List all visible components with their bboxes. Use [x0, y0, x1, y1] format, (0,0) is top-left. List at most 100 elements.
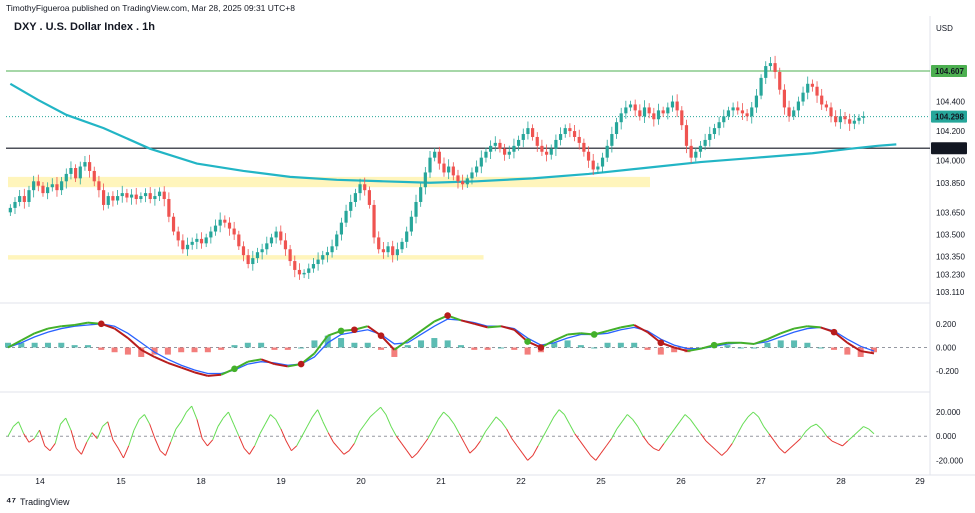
- mom-line-segment: [133, 419, 140, 431]
- osc-histogram-bar: [338, 338, 345, 348]
- candle-body: [442, 163, 446, 173]
- mom-line-segment: [595, 452, 602, 461]
- mom-line-segment: [527, 455, 534, 461]
- candle-body: [549, 148, 553, 155]
- mom-line-segment: [233, 423, 240, 437]
- mom-line-segment: [312, 409, 319, 418]
- candle-body: [838, 116, 842, 123]
- candle-body: [815, 86, 819, 96]
- mom-line-segment: [222, 411, 229, 419]
- candle-body: [134, 194, 138, 200]
- candle-body: [260, 249, 264, 253]
- price-tag-label: 104.298: [935, 113, 964, 122]
- candle-body: [265, 243, 269, 250]
- mom-line-segment: [674, 421, 681, 430]
- candle-body: [344, 210, 348, 223]
- mom-line-segment: [70, 430, 77, 449]
- osc-histogram-bar: [218, 347, 225, 350]
- candle-body: [577, 136, 581, 143]
- candle-body: [241, 246, 246, 256]
- mom-line-segment: [18, 421, 25, 434]
- osc-main-line-segment: [793, 325, 808, 330]
- mom-line-segment: [443, 411, 450, 418]
- mom-line-segment: [49, 443, 56, 451]
- osc-histogram-bar: [604, 342, 611, 348]
- mom-line-segment: [663, 435, 670, 444]
- candle-body: [568, 128, 572, 132]
- mom-line-segment: [96, 426, 103, 439]
- candle-body: [269, 237, 274, 244]
- candle-body: [185, 244, 190, 250]
- candle-body: [759, 77, 763, 96]
- mom-line-segment: [695, 426, 702, 435]
- candle-body: [792, 110, 796, 117]
- chart-canvas[interactable]: 104.400 104.200 104.000 103.850 103.650 103.5…: [0, 0, 975, 513]
- candle-body: [414, 201, 418, 217]
- candle-body: [302, 272, 306, 275]
- osc-main-line-segment: [620, 324, 635, 329]
- osc-histogram-bar: [84, 345, 91, 348]
- candle-body: [582, 142, 586, 152]
- price-axis[interactable]: 104.400 104.200 104.000 103.850 103.650 103.5…: [931, 64, 967, 465]
- mom-line-segment: [296, 435, 303, 447]
- osc-histogram-bar: [164, 347, 171, 355]
- mom-line-segment: [164, 442, 172, 456]
- candle-body: [55, 184, 59, 191]
- candle-body: [363, 184, 367, 191]
- time-axis[interactable]: 14 15 18 19 20 21 22 25 26 27 28 29: [35, 476, 925, 486]
- osc-histogram-bar: [657, 347, 664, 355]
- candle-body: [227, 222, 232, 229]
- time-tick-label: 19: [276, 476, 286, 486]
- candle-body: [517, 139, 521, 146]
- mom-line-segment: [569, 423, 576, 435]
- mom-line-segment: [600, 445, 607, 454]
- candle-body: [171, 216, 176, 232]
- candle-body: [787, 107, 791, 117]
- candle-body: [36, 181, 40, 186]
- mom-line-segment: [679, 414, 686, 423]
- candle-body: [288, 249, 292, 262]
- mom-line-segment: [301, 426, 308, 437]
- mom-line-segment: [642, 435, 649, 444]
- mom-line-segment: [86, 432, 93, 443]
- candle-body: [162, 191, 166, 200]
- candle-body: [722, 116, 726, 123]
- candle-body: [764, 66, 768, 78]
- candle-body: [526, 128, 530, 135]
- osc-histogram-bar: [577, 345, 584, 348]
- candle-body: [470, 172, 474, 179]
- candle-body: [684, 125, 689, 146]
- mom-line-segment: [616, 421, 623, 430]
- candle-body: [703, 139, 707, 146]
- osc-histogram-bar: [71, 345, 78, 348]
- osc-histogram-bar: [524, 347, 531, 355]
- osc-histogram-bar: [591, 347, 598, 349]
- mom-line-segment: [726, 443, 733, 451]
- mom-line-segment: [322, 421, 329, 433]
- mom-line-segment: [742, 416, 749, 425]
- mom-line-segment: [810, 423, 817, 428]
- candle-body: [465, 178, 469, 185]
- cross-marker: [97, 320, 105, 328]
- mom-line-segment: [275, 419, 282, 430]
- candle-body: [64, 173, 68, 182]
- candle-body: [778, 71, 782, 90]
- candle-body: [283, 240, 288, 250]
- candle-body: [796, 101, 800, 111]
- candle-body: [139, 196, 143, 200]
- cross-marker: [231, 365, 238, 373]
- candle-body: [307, 268, 311, 273]
- mom-line-segment: [584, 447, 591, 456]
- mom-line-segment: [186, 405, 193, 413]
- osc-histogram-bar: [844, 347, 851, 355]
- candle-body: [120, 193, 124, 197]
- mom-line-segment: [33, 429, 40, 439]
- mom-line-segment: [474, 440, 481, 449]
- mom-line-segment: [291, 445, 298, 452]
- mom-line-segment: [175, 421, 182, 430]
- candle-body: [18, 196, 22, 202]
- candle-body: [586, 151, 591, 161]
- candle-body: [377, 237, 381, 250]
- mom-line-segment: [28, 438, 35, 443]
- tradingview-brand: TradingView: [19, 497, 70, 507]
